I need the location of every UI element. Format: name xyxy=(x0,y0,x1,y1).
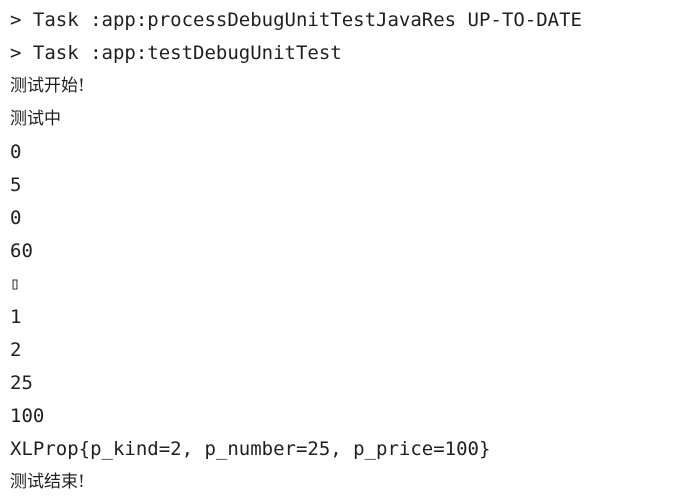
output-line: 60 xyxy=(10,240,33,262)
test-end-line: 测试结束! xyxy=(10,472,85,492)
unprintable-char-line: ▯ xyxy=(10,274,21,294)
output-line: 1 xyxy=(10,306,22,328)
test-start-line: 测试开始! xyxy=(10,76,85,96)
task-line-process-res: > Task :app:processDebugUnitTestJavaRes … xyxy=(10,9,582,31)
task-line-unit-test: > Task :app:testDebugUnitTest xyxy=(10,42,342,64)
output-line: 0 xyxy=(10,141,22,163)
output-line: 5 xyxy=(10,174,22,196)
output-line: 2 xyxy=(10,339,22,361)
object-dump-line: XLProp{p_kind=2, p_number=25, p_price=10… xyxy=(10,438,491,460)
output-line: 25 xyxy=(10,372,33,394)
output-line: 100 xyxy=(10,405,45,427)
output-line: 0 xyxy=(10,207,22,229)
console-output: > Task :app:processDebugUnitTestJavaRes … xyxy=(0,0,690,501)
test-running-line: 测试中 xyxy=(10,109,61,129)
